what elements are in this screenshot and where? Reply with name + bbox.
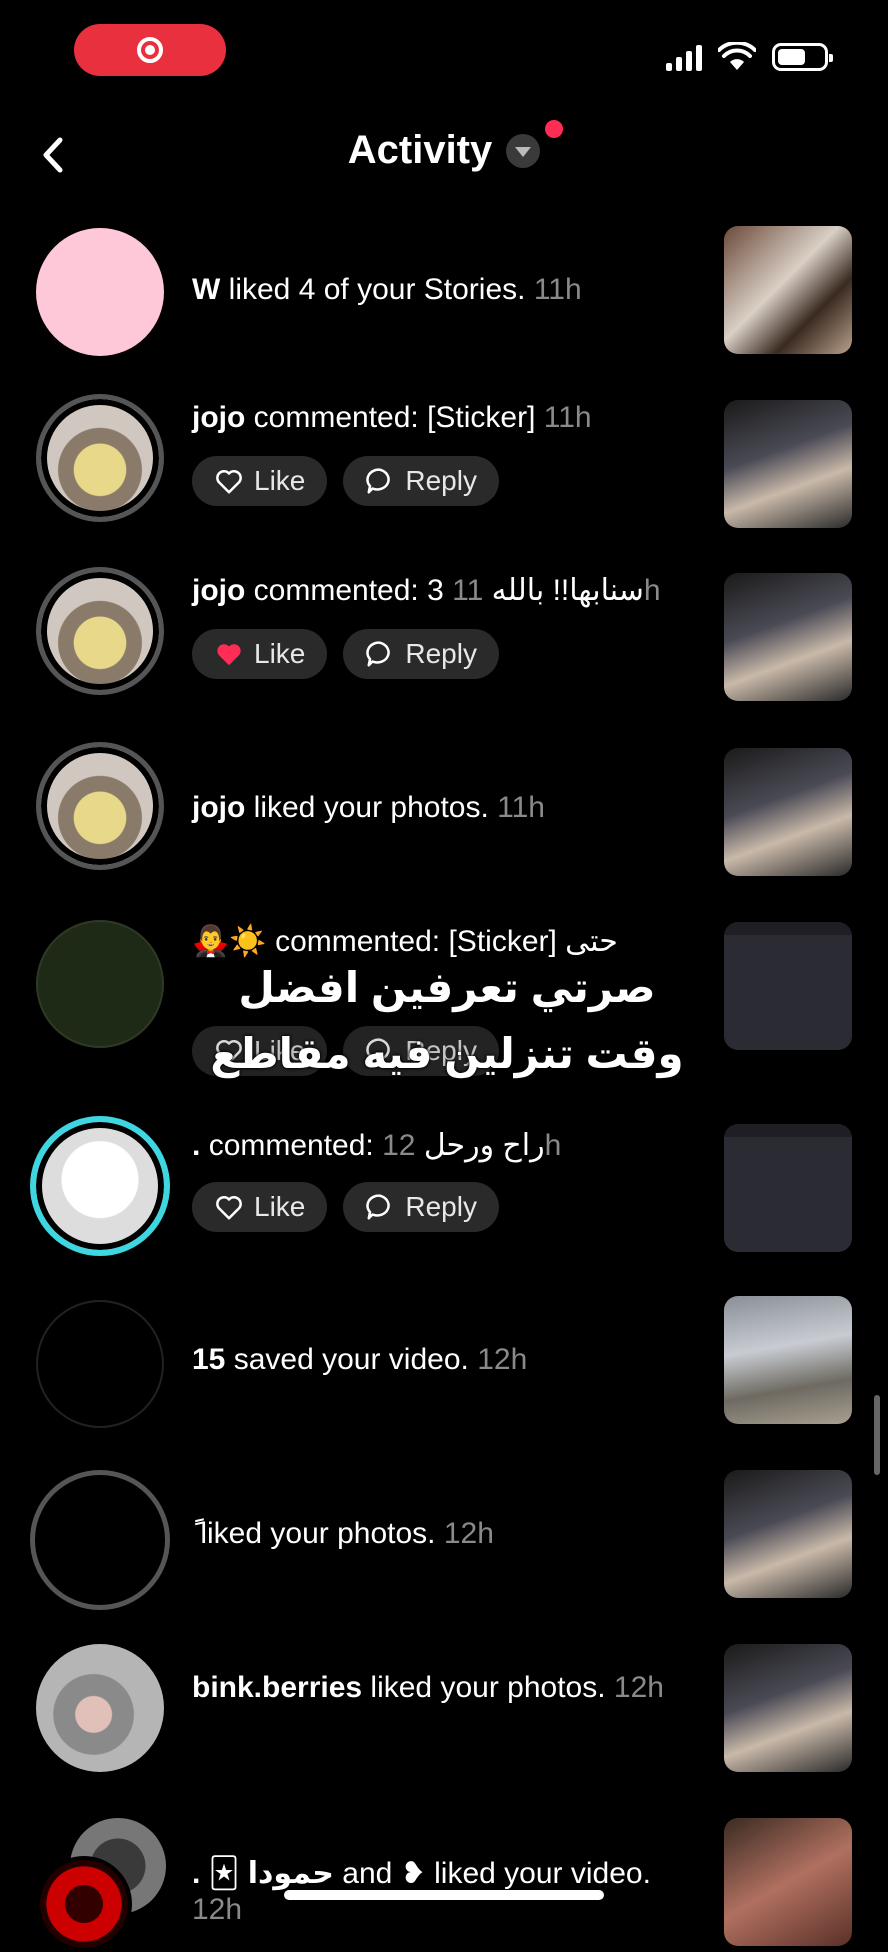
video-caption-overlay: صرتي تعرفين افضل وقت تنزلين فيه مقاطع xyxy=(210,964,684,1077)
notification-dot xyxy=(545,120,563,138)
list-item[interactable]: ً liked your photos. 12h xyxy=(0,1466,888,1616)
avatar[interactable] xyxy=(30,1470,170,1610)
avatar[interactable] xyxy=(36,742,164,870)
avatar-secondary[interactable] xyxy=(36,1856,132,1952)
activity-text: jojo liked your photos. 11h xyxy=(192,791,545,824)
screen-recording-indicator[interactable] xyxy=(74,24,226,76)
record-icon xyxy=(137,37,163,63)
reply-button[interactable]: Reply xyxy=(343,1182,499,1232)
story-thumbnail[interactable] xyxy=(724,922,852,1050)
activity-text: ً liked your photos. 12h xyxy=(200,1517,494,1550)
photo-thumbnail[interactable] xyxy=(724,748,852,876)
list-item[interactable]: . commented: راح ورحل 12h Like Reply xyxy=(0,1112,888,1272)
video-thumbnail[interactable] xyxy=(724,1818,852,1946)
avatar[interactable] xyxy=(30,1116,170,1256)
story-thumbnail[interactable] xyxy=(724,226,852,354)
wifi-icon xyxy=(718,42,756,70)
reply-button[interactable]: Reply xyxy=(343,456,499,506)
avatar[interactable] xyxy=(36,228,164,356)
activity-text: jojo commented: [Sticker] 11h xyxy=(192,401,592,434)
status-bar xyxy=(0,0,888,110)
cellular-signal-icon xyxy=(666,43,702,71)
battery-icon xyxy=(772,43,833,71)
avatar[interactable] xyxy=(36,1300,164,1428)
like-button[interactable]: Like xyxy=(192,1182,328,1232)
activity-text: 15 saved your video. 12h xyxy=(192,1343,528,1376)
like-button[interactable]: Like xyxy=(192,456,328,506)
activity-text: . commented: راح ورحل 12h xyxy=(192,1129,562,1162)
photo-thumbnail[interactable] xyxy=(724,1644,852,1772)
list-item[interactable]: bink.berries liked your photos. 12h xyxy=(0,1640,888,1790)
scrollbar[interactable] xyxy=(874,1395,880,1475)
title-dropdown[interactable]: Activity xyxy=(0,128,888,173)
list-item[interactable]: jojo commented: 3 سنابها!! بالله 11h Lik… xyxy=(0,563,888,723)
like-button[interactable]: Like xyxy=(192,629,328,679)
list-item[interactable]: jojo commented: [Sticker] 11h Like Reply xyxy=(0,390,888,550)
chevron-down-icon[interactable] xyxy=(506,133,541,168)
heart-outline-icon xyxy=(216,470,242,494)
list-item[interactable]: jojo liked your photos. 11h xyxy=(0,738,888,888)
heart-outline-icon xyxy=(216,1196,242,1220)
avatar[interactable] xyxy=(36,567,164,695)
activity-text: W liked 4 of your Stories. 11h xyxy=(192,273,582,306)
reply-button[interactable]: Reply xyxy=(343,629,499,679)
list-item[interactable]: . 🃏 حمودا and ❥ liked your video. 12h xyxy=(0,1812,888,1952)
home-indicator[interactable] xyxy=(284,1890,604,1900)
chat-bubble-icon xyxy=(366,468,391,494)
chat-bubble-icon xyxy=(366,1194,391,1220)
avatar[interactable] xyxy=(36,920,164,1048)
photo-thumbnail[interactable] xyxy=(724,400,852,528)
list-item[interactable]: W liked 4 of your Stories. 11h xyxy=(0,220,888,370)
photo-thumbnail[interactable] xyxy=(724,573,852,701)
chat-bubble-icon xyxy=(366,641,391,667)
photo-thumbnail[interactable] xyxy=(724,1470,852,1598)
avatar[interactable] xyxy=(36,1644,164,1772)
page-title: Activity xyxy=(347,128,493,172)
activity-header: Activity xyxy=(0,110,888,200)
story-thumbnail[interactable] xyxy=(724,1124,852,1252)
activity-text: bink.berries liked your photos. 12h xyxy=(192,1671,664,1704)
video-thumbnail[interactable] xyxy=(724,1296,852,1424)
heart-filled-icon xyxy=(217,644,241,666)
activity-text: jojo commented: 3 سنابها!! بالله 11h xyxy=(192,574,661,607)
list-item[interactable]: 15 saved your video. 12h xyxy=(0,1296,888,1446)
avatar[interactable] xyxy=(36,394,164,522)
system-icons xyxy=(666,42,833,72)
